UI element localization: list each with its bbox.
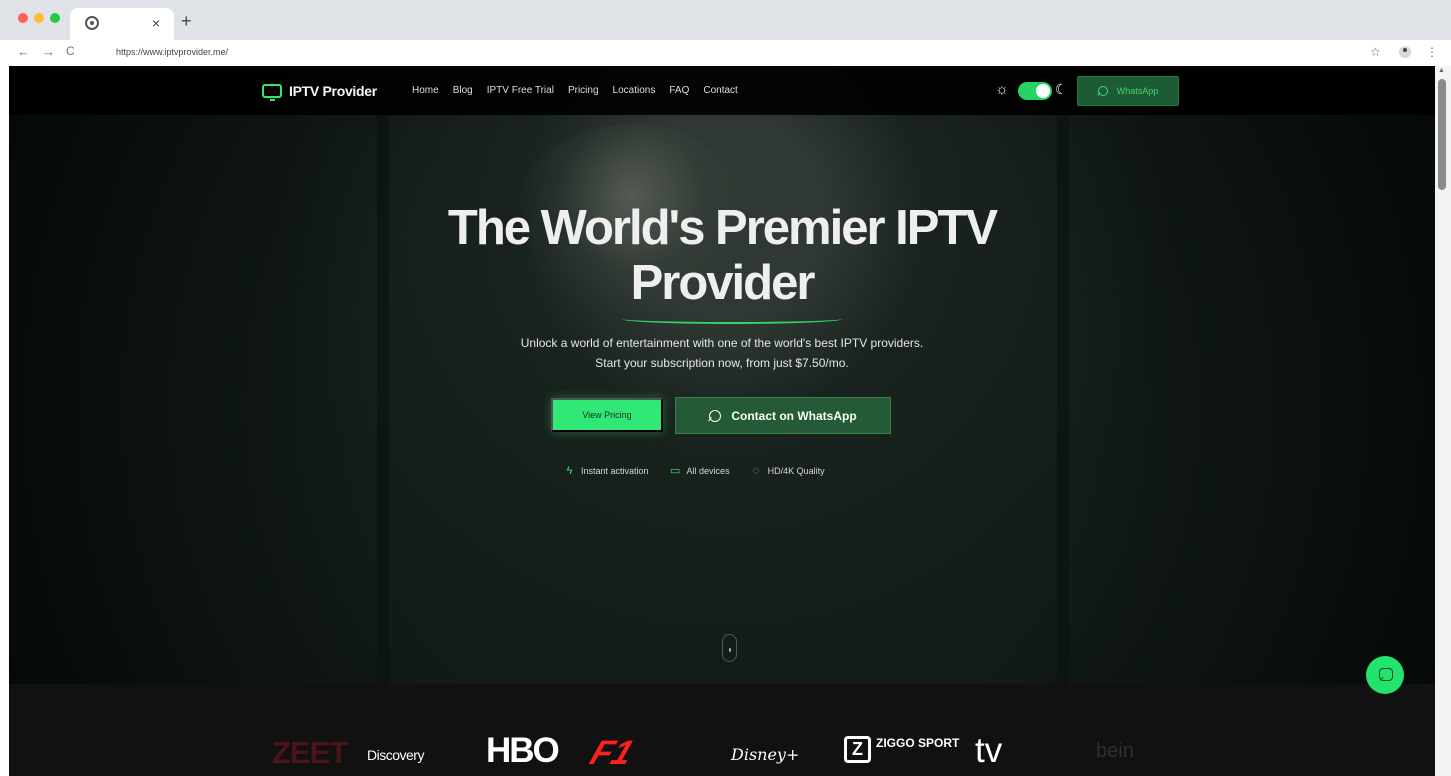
feature-instant-activation: ϟ Instant activation [564,465,649,477]
hero-subtitle: Unlock a world of entertainment with one… [9,333,1435,373]
contact-whatsapp-label: Contact on WhatsApp [731,408,857,423]
page-scrollbar[interactable]: ▲ [1435,66,1451,776]
brand-zeet-logo: ZEET [272,735,348,770]
browser-menu-icon[interactable]: ⋮ [1426,45,1438,59]
theme-toggle[interactable] [1018,82,1052,100]
left-curtain-shadow [377,66,389,684]
nav-pricing[interactable]: Pricing [568,85,599,96]
title-underline [622,314,842,324]
hero-section: IPTV Provider Home Blog IPTV Free Trial … [9,66,1435,684]
nav-contact[interactable]: Contact [703,85,737,96]
hero-subtitle-line-2: Start your subscription now, from just $… [595,356,849,370]
feature-all-devices: ▭ All devices [669,465,730,477]
address-bar[interactable]: https://www.iptvprovider.me/ [89,43,1379,63]
apple-tv-label: tv [975,731,1003,770]
feature-label: All devices [686,466,730,476]
forward-icon[interactable]: → [42,44,55,59]
browser-toolbar: ← → C https://www.iptvprovider.me/ ☆ ⋮ [0,40,1451,66]
hero-title-line-2: Provider [630,256,816,310]
view-pricing-button[interactable]: View Pricing [551,398,663,432]
maximize-window-dot[interactable] [50,13,60,23]
bookmark-star-icon[interactable]: ☆ [1370,45,1381,59]
brand-bein-logo: bein [1096,740,1134,762]
nav-locations[interactable]: Locations [613,85,656,96]
back-icon[interactable]: ← [17,44,30,59]
profile-icon[interactable] [1399,46,1411,58]
logo-text[interactable]: IPTV Provider [289,83,377,99]
hero-subtitle-line-1: Unlock a world of entertainment with one… [520,336,924,350]
contact-whatsapp-button[interactable]: Contact on WhatsApp [675,397,891,434]
brand-logo-strip: ZEET Discovery HBO F1 Disney+ Z ZIGGO SP… [9,684,1435,776]
close-window-dot[interactable] [18,13,28,23]
chrome-icon [85,16,99,30]
scroll-up-icon[interactable]: ▲ [1438,67,1445,74]
site-header: IPTV Provider Home Blog IPTV Free Trial … [9,66,1435,115]
tv-icon: ▭ [669,465,681,477]
new-tab-button[interactable]: + [181,11,192,32]
hero-title: The World's Premier IPTV Provider [9,201,1435,311]
shield-check-icon: ◌ [752,465,760,477]
reload-icon[interactable]: C [66,44,75,58]
brand-disney-plus-logo: Disney+ [731,745,800,764]
feature-label: HD/4K Quality [767,466,825,476]
tv-logo-icon [262,84,282,101]
site-logo[interactable]: IPTV Provider [262,81,377,101]
url-text[interactable]: https://www.iptvprovider.me/ [116,47,228,57]
nav-free-trial[interactable]: IPTV Free Trial [487,85,554,96]
chat-fab-button[interactable] [1366,656,1404,694]
scrollbar-thumb[interactable] [1438,79,1446,190]
browser-tab-strip: × + [0,0,1451,40]
web-page-viewport: IPTV Provider Home Blog IPTV Free Trial … [9,66,1435,776]
feature-hd-quality: ◌ HD/4K Quality [751,465,825,477]
brand-f1-logo: F1 [585,734,639,772]
right-curtain-shadow [1057,66,1069,684]
nav-home[interactable]: Home [412,85,439,96]
moon-icon[interactable]: ☾ [1055,81,1068,98]
whatsapp-icon [1097,86,1108,96]
brand-hbo-logo: HBO [486,731,560,770]
brand-ziggo-sport-logo: ZIGGO SPORT [876,736,960,750]
scroll-down-indicator[interactable] [722,634,737,662]
main-navigation: Home Blog IPTV Free Trial Pricing Locati… [412,85,738,96]
brand-discovery-logo: Discovery [367,747,424,763]
close-tab-icon[interactable]: × [152,15,160,31]
hero-feature-list: ϟ Instant activation ▭ All devices ◌ HD/… [564,465,825,477]
header-whatsapp-button[interactable]: WhatsApp [1077,76,1179,106]
browser-tab[interactable]: × [70,8,174,40]
header-whatsapp-label: WhatsApp [1116,86,1159,96]
brand-ziggo-sport-mark: Z [844,736,871,763]
feature-label: Instant activation [581,466,649,476]
nav-faq[interactable]: FAQ [669,85,689,96]
lightning-icon: ϟ [566,465,573,477]
hero-title-line-1: The World's Premier IPTV [447,201,998,255]
whatsapp-icon [709,409,722,422]
brand-apple-tv-logo: tv [975,731,1002,771]
sun-icon[interactable]: ☼ [995,81,1009,98]
nav-blog[interactable]: Blog [453,85,473,96]
minimize-window-dot[interactable] [34,13,44,23]
